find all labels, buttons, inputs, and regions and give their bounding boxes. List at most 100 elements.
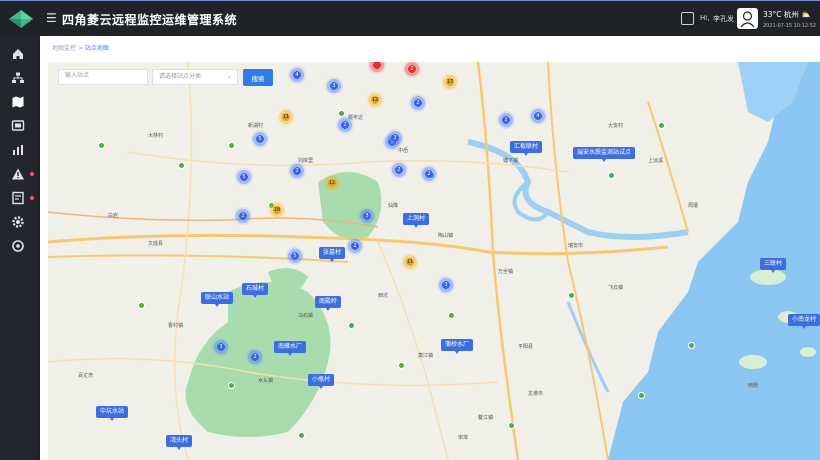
place-label: 宋埠 bbox=[458, 435, 469, 441]
place-label: 中岙 bbox=[398, 148, 409, 154]
station-cluster[interactable]: 3 bbox=[212, 338, 230, 356]
station-type-select[interactable]: 请选择站点分类 ⌄ bbox=[152, 69, 238, 85]
station-search-input[interactable]: 输入站点 bbox=[58, 69, 148, 85]
org-chart-icon[interactable] bbox=[11, 71, 25, 85]
place-label: 白岩 bbox=[108, 213, 119, 219]
report-icon[interactable] bbox=[11, 191, 25, 205]
map-poi-pin[interactable] bbox=[138, 302, 145, 309]
station-map[interactable]: 输入站点 请选择站点分类 ⌄ 搜索 顺丰达 大林村 新湖村 刘岸里 中岙 白岩 … bbox=[48, 62, 820, 460]
greeting-text: Hi, bbox=[700, 14, 710, 22]
map-poi-pin[interactable] bbox=[608, 172, 615, 179]
map-poi-pin[interactable] bbox=[448, 312, 455, 319]
station-cluster[interactable]: 5 bbox=[286, 247, 304, 265]
map-poi-pin[interactable] bbox=[348, 322, 355, 329]
place-label: 龙港市 bbox=[528, 391, 544, 397]
diamond-logo-icon[interactable] bbox=[8, 9, 34, 29]
station-cluster[interactable]: 2 bbox=[288, 162, 306, 180]
place-label: 马屿镇 bbox=[298, 313, 314, 319]
place-label: 周壤 bbox=[688, 203, 699, 209]
place-label: 西坑 bbox=[378, 293, 389, 299]
breadcrumb: 地图监控 > 站点地图 bbox=[52, 43, 109, 52]
station-cluster[interactable]: 3 bbox=[325, 77, 343, 95]
datetime-text: 2021-07-15 10:12:52 bbox=[763, 23, 817, 29]
map-poi-pin[interactable] bbox=[228, 382, 235, 389]
gear-icon[interactable] bbox=[11, 215, 25, 229]
report-alert-dot bbox=[30, 196, 34, 200]
search-button[interactable]: 搜索 bbox=[243, 69, 273, 86]
station-cluster[interactable]: 12 bbox=[366, 91, 384, 109]
place-label: 百丈漈 bbox=[78, 373, 94, 379]
station-cluster[interactable]: 2 bbox=[497, 111, 515, 129]
station-label[interactable]: 蒲桥水厂 bbox=[441, 339, 474, 354]
place-label: 大安村 bbox=[608, 123, 624, 129]
place-label: 萧江镇 bbox=[418, 353, 434, 359]
station-cluster[interactable]: 11 bbox=[401, 253, 419, 271]
map-poi-pin[interactable] bbox=[658, 122, 665, 129]
place-label: 万全镇 bbox=[498, 269, 514, 275]
place-label: 鳌江镇 bbox=[478, 415, 494, 421]
station-cluster[interactable]: 2 bbox=[409, 94, 427, 112]
settings-icon[interactable] bbox=[11, 239, 25, 253]
map-poi-pin[interactable] bbox=[638, 392, 645, 399]
place-label: 瑞安市 bbox=[568, 243, 584, 249]
station-label[interactable]: 小南龙村 bbox=[788, 314, 820, 329]
station-cluster[interactable]: 2 bbox=[390, 161, 408, 179]
place-label: 大林村 bbox=[148, 133, 164, 139]
station-cluster[interactable]: 2 bbox=[336, 116, 354, 134]
user-name[interactable]: 李孔发 bbox=[713, 14, 734, 24]
map-poi-pin[interactable] bbox=[688, 342, 695, 349]
breadcrumb-separator: > bbox=[77, 45, 83, 52]
station-label[interactable]: 张墓村 bbox=[319, 247, 346, 262]
place-label: 上淡溪 bbox=[648, 158, 664, 164]
map-poi-pin[interactable] bbox=[298, 432, 305, 439]
station-cluster[interactable]: 5 bbox=[235, 168, 253, 186]
station-label[interactable]: 小瓶村 bbox=[308, 374, 335, 389]
sidebar bbox=[0, 36, 38, 460]
warning-icon[interactable] bbox=[11, 167, 25, 181]
monitor-icon[interactable] bbox=[11, 119, 25, 133]
station-label[interactable]: 中坑水站 bbox=[96, 406, 129, 421]
station-cluster[interactable]: 2 bbox=[420, 165, 438, 183]
station-label[interactable]: 汇板联村 bbox=[510, 141, 543, 156]
station-label[interactable]: 上洞村 bbox=[403, 213, 430, 228]
map-background bbox=[48, 62, 820, 460]
map-poi-pin[interactable] bbox=[228, 142, 235, 149]
map-poi-pin[interactable] bbox=[568, 292, 575, 299]
station-type-placeholder: 请选择站点分类 bbox=[159, 73, 202, 80]
station-cluster[interactable]: 2 bbox=[246, 348, 264, 366]
place-label: 曹村镇 bbox=[168, 323, 184, 329]
station-cluster[interactable]: 11 bbox=[277, 108, 295, 126]
map-poi-pin[interactable] bbox=[178, 162, 185, 169]
menu-icon[interactable]: ☰ bbox=[46, 12, 57, 24]
home-icon[interactable] bbox=[11, 47, 25, 61]
station-label[interactable]: 瑞安水质监测站试点 bbox=[573, 147, 636, 162]
station-label[interactable]: 联山水站 bbox=[201, 292, 234, 307]
station-cluster[interactable]: 5 bbox=[251, 130, 269, 148]
map-poi-pin[interactable] bbox=[98, 142, 105, 149]
place-label: 塘下镇 bbox=[503, 158, 519, 164]
map-poi-pin[interactable] bbox=[508, 422, 515, 429]
station-cluster[interactable]: 4 bbox=[529, 107, 547, 125]
station-cluster[interactable]: 2 bbox=[346, 237, 364, 255]
station-cluster[interactable]: 3 bbox=[386, 129, 404, 147]
station-label[interactable]: 三联村 bbox=[760, 258, 787, 273]
bar-chart-icon[interactable] bbox=[11, 143, 25, 157]
station-cluster[interactable]: 18 bbox=[268, 201, 286, 219]
station-cluster[interactable]: 17 bbox=[441, 73, 459, 91]
station-cluster[interactable]: 2 bbox=[234, 207, 252, 225]
avatar[interactable] bbox=[737, 8, 758, 29]
station-cluster[interactable]: 12 bbox=[323, 174, 341, 192]
place-label: 陶山镇 bbox=[438, 233, 454, 239]
station-label[interactable]: 南雁水厂 bbox=[274, 341, 307, 356]
map-poi-pin[interactable] bbox=[398, 362, 405, 369]
station-cluster[interactable]: 3 bbox=[437, 276, 455, 294]
station-cluster[interactable]: 4 bbox=[288, 66, 306, 84]
station-label[interactable]: 南殿岭 bbox=[315, 296, 342, 311]
station-label[interactable]: 湾头村 bbox=[166, 435, 193, 450]
user-avatar-icon bbox=[740, 11, 755, 28]
map-icon[interactable] bbox=[11, 95, 25, 109]
station-label[interactable]: 石城村 bbox=[242, 283, 269, 298]
station-cluster[interactable]: 3 bbox=[358, 207, 376, 225]
fullscreen-icon[interactable] bbox=[681, 12, 694, 25]
breadcrumb-root[interactable]: 地图监控 bbox=[52, 45, 76, 52]
